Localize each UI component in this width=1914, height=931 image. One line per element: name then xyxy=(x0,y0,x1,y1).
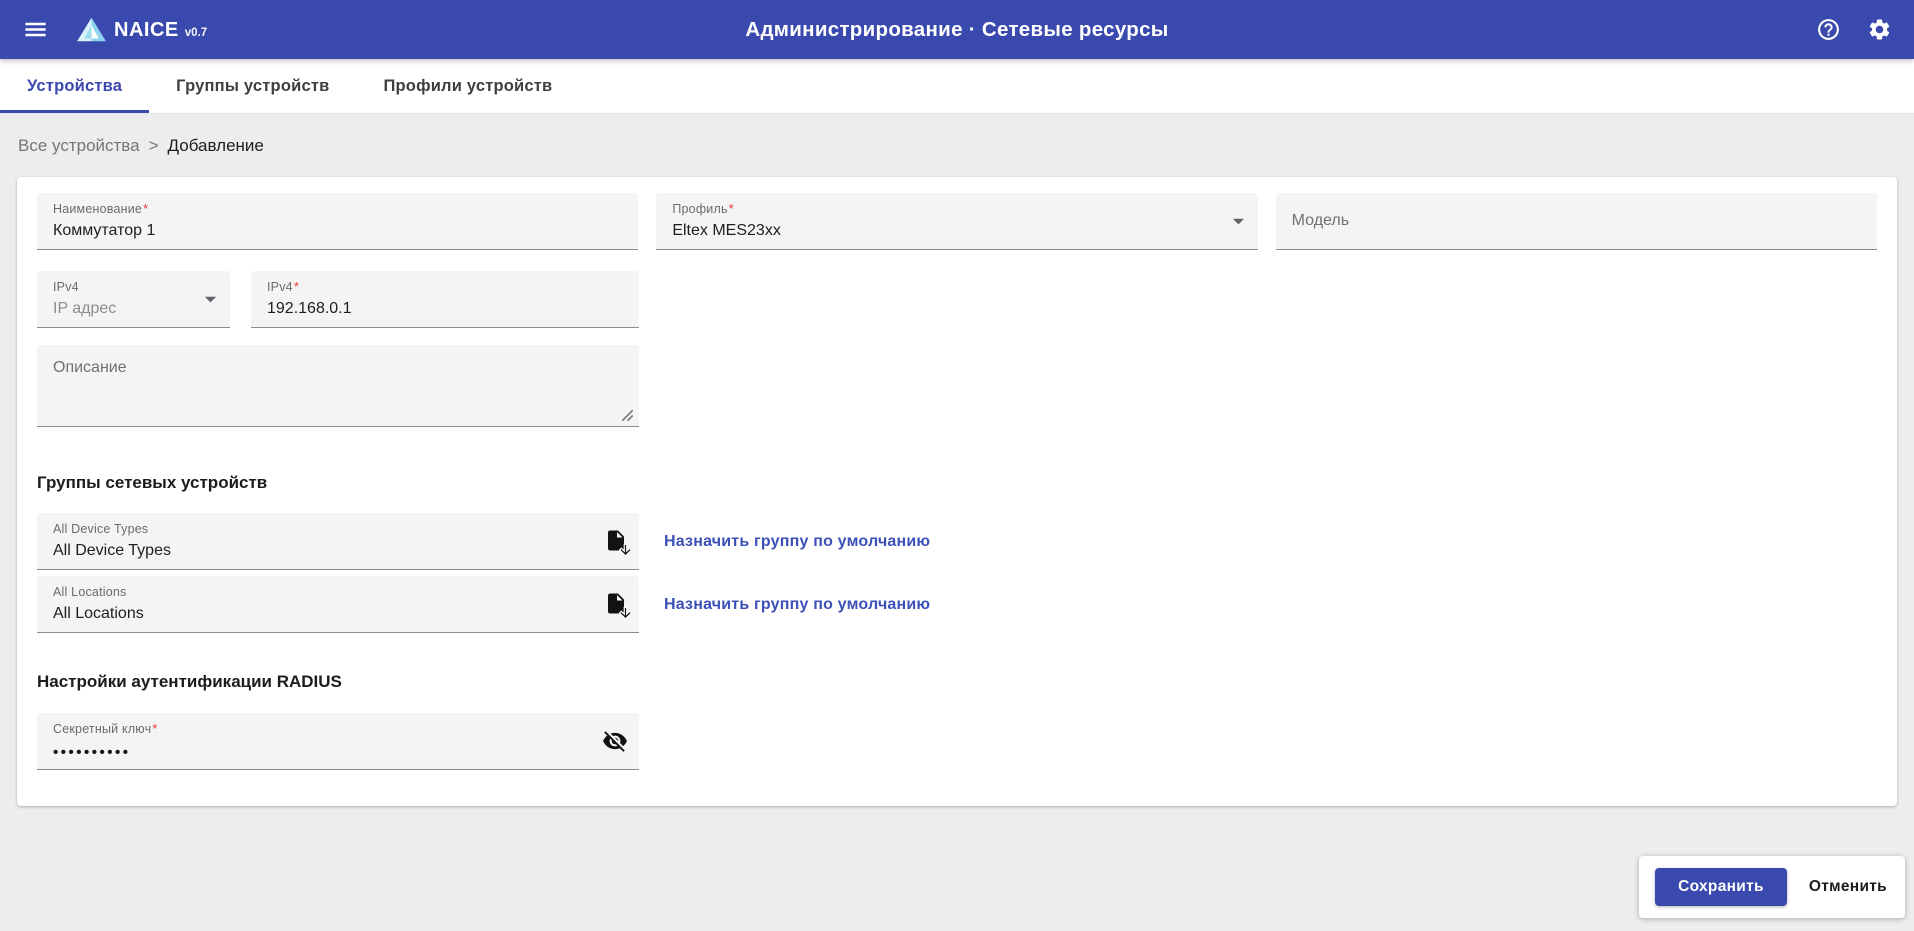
chevron-down-icon[interactable] xyxy=(197,286,224,313)
secret-key-label: Секретный ключ* xyxy=(53,722,589,738)
required-mark: * xyxy=(143,202,148,216)
assign-default-group-link[interactable]: Назначить группу по умолчанию xyxy=(664,533,930,551)
cancel-button[interactable]: Отменить xyxy=(1807,868,1889,906)
locations-group-label: All Locations xyxy=(53,585,593,601)
locations-group-value: All Locations xyxy=(53,605,593,623)
tab-device-profiles[interactable]: Профили устройств xyxy=(356,59,579,113)
profile-select-label-text: Профиль xyxy=(672,202,727,216)
tab-device-profiles-label: Профили устройств xyxy=(383,77,552,96)
save-button[interactable]: Сохранить xyxy=(1655,868,1787,906)
groups-section-title: Группы сетевых устройств xyxy=(37,473,1877,493)
gear-icon xyxy=(1867,17,1892,42)
description-textarea[interactable] xyxy=(37,345,639,426)
chevron-down-icon[interactable] xyxy=(1225,208,1252,235)
tab-devices[interactable]: Устройства xyxy=(0,59,149,113)
resize-handle-icon[interactable] xyxy=(621,409,634,422)
required-mark: * xyxy=(729,202,734,216)
visibility-off-icon[interactable] xyxy=(602,728,628,754)
model-field[interactable]: Модель xyxy=(1276,193,1877,250)
app-root: NAICE v0.7 Администрирование · Сетевые р… xyxy=(0,0,1914,806)
settings-button[interactable] xyxy=(1867,17,1892,42)
breadcrumb-current: Добавление xyxy=(168,136,264,156)
secret-key-field[interactable]: Секретный ключ* •••••••••• xyxy=(37,713,639,770)
name-field-label: Наименование* xyxy=(53,202,622,218)
model-field-placeholder: Модель xyxy=(1292,212,1349,230)
profile-select[interactable]: Профиль* Eltex MES23xx xyxy=(656,193,1257,250)
description-textarea-wrap xyxy=(37,345,639,427)
name-field-value: Коммутатор 1 xyxy=(53,222,622,240)
group-row-device-types: All Device Types All Device Types Назнач… xyxy=(37,513,1877,570)
ip-version-select-label-text: IPv4 xyxy=(53,280,79,294)
menu-button[interactable] xyxy=(22,16,49,43)
ipv4-field-label: IPv4* xyxy=(267,280,623,296)
secret-key-label-text: Секретный ключ xyxy=(53,722,151,736)
tab-device-groups-label: Группы устройств xyxy=(176,77,329,96)
profile-select-value: Eltex MES23xx xyxy=(672,222,1241,240)
ipv4-field[interactable]: IPv4* 192.168.0.1 xyxy=(251,271,639,328)
hamburger-icon xyxy=(22,16,49,43)
radius-section-title: Настройки аутентификации RADIUS xyxy=(37,672,1877,692)
brand[interactable]: NAICE v0.7 xyxy=(75,16,207,43)
ipv4-field-label-text: IPv4 xyxy=(267,280,293,294)
form-card: Наименование* Коммутатор 1 Профиль* Elte… xyxy=(17,177,1897,806)
ip-version-select-value: IP адрес xyxy=(53,300,214,318)
assign-default-group-link[interactable]: Назначить группу по умолчанию xyxy=(664,596,930,614)
appbar-actions xyxy=(1816,17,1892,42)
name-field-label-text: Наименование xyxy=(53,202,142,216)
breadcrumb: Все устройства > Добавление xyxy=(18,136,1914,156)
assign-default-group-icon[interactable] xyxy=(602,528,629,555)
appbar: NAICE v0.7 Администрирование · Сетевые р… xyxy=(0,0,1914,59)
secret-key-value: •••••••••• xyxy=(53,744,589,761)
assign-default-group-icon[interactable] xyxy=(602,591,629,618)
required-mark: * xyxy=(294,280,299,294)
breadcrumb-parent-link[interactable]: Все устройства xyxy=(18,136,140,156)
required-mark: * xyxy=(152,722,157,736)
tabs-bar: Устройства Группы устройств Профили устр… xyxy=(0,59,1914,114)
device-types-group-value: All Device Types xyxy=(53,542,593,560)
tab-device-groups[interactable]: Группы устройств xyxy=(149,59,356,113)
device-types-group-label: All Device Types xyxy=(53,522,593,538)
help-icon xyxy=(1816,17,1841,42)
form-row-1: Наименование* Коммутатор 1 Профиль* Elte… xyxy=(37,193,1877,250)
brand-version: v0.7 xyxy=(185,28,207,44)
breadcrumb-separator: > xyxy=(149,136,159,156)
secret-row: Секретный ключ* •••••••••• xyxy=(37,713,1877,770)
ip-version-select-label: IPv4 xyxy=(53,280,214,296)
form-row-2: IPv4 IP адрес IPv4* 192.168.0.1 xyxy=(37,271,1877,328)
action-bar: Сохранить Отменить xyxy=(1639,856,1905,918)
brand-name: NAICE xyxy=(114,20,179,43)
locations-group-select[interactable]: All Locations All Locations xyxy=(37,576,639,633)
naice-logo-icon xyxy=(75,16,108,43)
group-row-locations: All Locations All Locations Назначить гр… xyxy=(37,576,1877,633)
name-field[interactable]: Наименование* Коммутатор 1 xyxy=(37,193,638,250)
ipv4-field-value: 192.168.0.1 xyxy=(267,300,623,318)
page-title: Администрирование · Сетевые ресурсы xyxy=(745,18,1168,42)
profile-select-label: Профиль* xyxy=(672,202,1241,218)
help-button[interactable] xyxy=(1816,17,1841,42)
tab-devices-label: Устройства xyxy=(27,77,122,96)
device-types-group-select[interactable]: All Device Types All Device Types xyxy=(37,513,639,570)
ip-version-select[interactable]: IPv4 IP адрес xyxy=(37,271,230,328)
